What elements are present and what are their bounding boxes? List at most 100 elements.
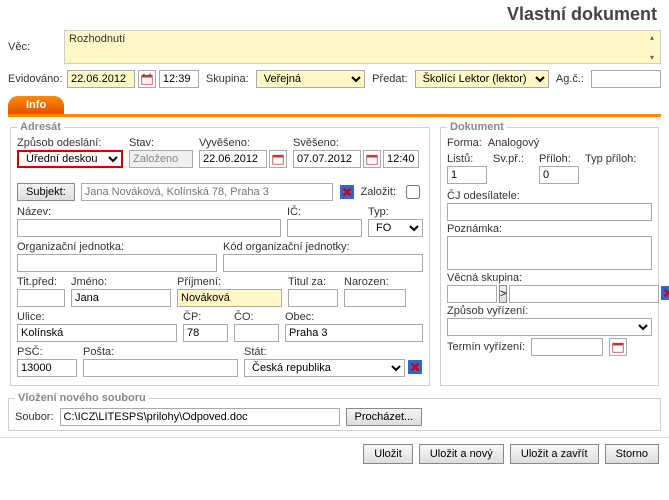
zalozit-checkbox[interactable] bbox=[406, 185, 420, 199]
listu-label: Listů: bbox=[447, 153, 487, 165]
jmeno-label: Jméno: bbox=[71, 276, 171, 288]
poznamka-label: Poznámka: bbox=[447, 223, 652, 235]
vec-down-icon[interactable]: ▾ bbox=[646, 51, 658, 63]
vecna-code-input[interactable] bbox=[447, 285, 497, 303]
vec-value: Rozhodnutí bbox=[69, 33, 125, 45]
dokument-section: Dokument Forma: Analogový Listů: Sv.př.:… bbox=[440, 121, 659, 386]
zalozit-label: Založit: bbox=[361, 186, 396, 198]
posta-input[interactable] bbox=[83, 359, 238, 377]
titpred-label: Tit.před: bbox=[17, 276, 65, 288]
stat-select[interactable]: Česká republika bbox=[244, 359, 405, 377]
ulozit-novy-button[interactable]: Uložit a nový bbox=[419, 444, 504, 464]
sveseno-input[interactable] bbox=[293, 150, 361, 168]
vecna-text-input[interactable] bbox=[509, 285, 659, 303]
skupina-select[interactable]: Veřejná bbox=[256, 70, 365, 88]
ulice-label: Ulice: bbox=[17, 311, 177, 323]
evidovano-label: Evidováno: bbox=[8, 73, 60, 85]
priloh-label: Příloh: bbox=[539, 153, 579, 165]
listu-input[interactable] bbox=[447, 166, 487, 184]
zpusob-vyrizeni-select[interactable] bbox=[447, 318, 652, 336]
vec-input[interactable]: Rozhodnutí ▴ ▾ bbox=[64, 30, 661, 64]
predat-label: Předat: bbox=[372, 73, 407, 85]
browse-button[interactable]: Procházet... bbox=[346, 408, 423, 426]
calendar-icon[interactable] bbox=[269, 150, 287, 168]
upload-section: Vložení nového souboru Soubor: Procházet… bbox=[8, 392, 661, 431]
titza-label: Titul za: bbox=[288, 276, 338, 288]
psc-label: PSČ: bbox=[17, 346, 77, 358]
svpr-label: Sv.př.: bbox=[493, 153, 533, 165]
cj-odesilatele-input[interactable] bbox=[447, 203, 652, 221]
titpred-input[interactable] bbox=[17, 289, 65, 307]
typ-label: Typ: bbox=[368, 206, 423, 218]
ic-input[interactable] bbox=[287, 219, 362, 237]
co-input[interactable] bbox=[234, 324, 279, 342]
soubor-input[interactable] bbox=[60, 408, 340, 426]
subjekt-input[interactable] bbox=[81, 183, 333, 201]
footer: Uložit Uložit a nový Uložit a zavřít Sto… bbox=[0, 437, 669, 470]
evidovano-row: Evidováno: Skupina: Veřejná Předat: Škol… bbox=[0, 67, 669, 91]
vecna-expand-button[interactable]: > bbox=[499, 285, 507, 303]
org-jednotka-input[interactable] bbox=[17, 254, 217, 272]
stav-label: Stav: bbox=[129, 137, 193, 149]
vyveseno-label: Vyvěšeno: bbox=[199, 137, 287, 149]
psc-input[interactable] bbox=[17, 359, 77, 377]
tab-info[interactable]: Info bbox=[8, 96, 64, 114]
org-jednotka-label: Organizační jednotka: bbox=[17, 241, 217, 253]
poznamka-input[interactable] bbox=[447, 236, 652, 270]
evidovano-time-input[interactable] bbox=[159, 70, 199, 88]
forma-value: Analogový bbox=[488, 137, 539, 149]
calendar-icon[interactable] bbox=[138, 70, 156, 88]
kod-org-input[interactable] bbox=[223, 254, 423, 272]
storno-button[interactable]: Storno bbox=[605, 444, 659, 464]
narozen-label: Narozen: bbox=[344, 276, 406, 288]
nazev-label: Název: bbox=[17, 206, 281, 218]
termin-vyrizeni-input[interactable] bbox=[531, 338, 603, 356]
subjekt-button[interactable]: Subjekt: bbox=[17, 183, 75, 201]
adresat-section: Adresát Způsob odeslání: Úřední deskou S… bbox=[10, 121, 430, 386]
termin-vyrizeni-label: Termín vyřízení: bbox=[447, 341, 525, 353]
vec-row: Věc: Rozhodnutí ▴ ▾ bbox=[0, 27, 669, 67]
prijmeni-label: Příjmení: bbox=[177, 276, 282, 288]
soubor-label: Soubor: bbox=[15, 411, 54, 423]
titza-input[interactable] bbox=[288, 289, 338, 307]
ulozit-zavrit-button[interactable]: Uložit a zavřít bbox=[510, 444, 599, 464]
priloh-input[interactable] bbox=[539, 166, 579, 184]
obec-label: Obec: bbox=[285, 311, 423, 323]
typ-priloh-label: Typ příloh: bbox=[585, 153, 652, 165]
co-label: ČO: bbox=[234, 311, 279, 323]
clear-vecna-icon[interactable] bbox=[661, 285, 669, 301]
zpusob-odeslani-select[interactable]: Úřední deskou bbox=[17, 150, 123, 168]
zpusob-vyrizeni-label: Způsob vyřízení: bbox=[447, 305, 652, 317]
agc-input[interactable] bbox=[591, 70, 661, 88]
sveseno-label: Svěšeno: bbox=[293, 137, 419, 149]
tab-row: Info bbox=[0, 91, 669, 114]
skupina-label: Skupina: bbox=[206, 73, 249, 85]
cj-odesilatele-label: ČJ odesílatele: bbox=[447, 190, 652, 202]
main-area: Adresát Způsob odeslání: Úřední deskou S… bbox=[0, 121, 669, 392]
prijmeni-input[interactable] bbox=[177, 289, 282, 307]
predat-select[interactable]: Školící Lektor (lektor) bbox=[415, 70, 549, 88]
typ-select[interactable]: FO bbox=[368, 219, 423, 237]
tab-separator bbox=[8, 114, 661, 117]
ulice-input[interactable] bbox=[17, 324, 177, 342]
evidovano-date-input[interactable] bbox=[67, 70, 135, 88]
sveseno-time-input[interactable] bbox=[383, 150, 419, 168]
clear-stat-icon[interactable] bbox=[407, 359, 423, 375]
forma-label: Forma: bbox=[447, 137, 482, 149]
calendar-icon[interactable] bbox=[363, 150, 381, 168]
vyveseno-input[interactable] bbox=[199, 150, 267, 168]
calendar-icon[interactable] bbox=[609, 338, 627, 356]
cp-label: ČP: bbox=[183, 311, 228, 323]
page-title: Vlastní dokument bbox=[0, 0, 669, 27]
nazev-input[interactable] bbox=[17, 219, 281, 237]
vec-up-icon[interactable]: ▴ bbox=[646, 31, 658, 43]
vec-label: Věc: bbox=[8, 41, 60, 53]
delete-subjekt-icon[interactable] bbox=[339, 184, 355, 200]
narozen-input[interactable] bbox=[344, 289, 406, 307]
obec-input[interactable] bbox=[285, 324, 423, 342]
jmeno-input[interactable] bbox=[71, 289, 171, 307]
ic-label: IČ: bbox=[287, 206, 362, 218]
cp-input[interactable] bbox=[183, 324, 228, 342]
ulozit-button[interactable]: Uložit bbox=[363, 444, 413, 464]
upload-legend: Vložení nového souboru bbox=[15, 392, 149, 404]
